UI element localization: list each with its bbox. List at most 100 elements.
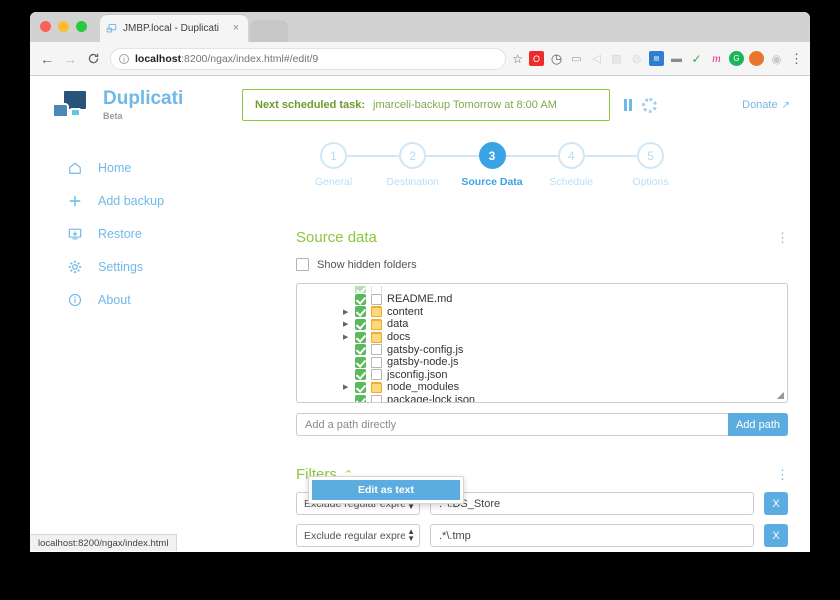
sidebar-item-about[interactable]: About (64, 288, 260, 312)
step-general[interactable]: 1 General (315, 142, 352, 188)
tree-checkbox[interactable] (355, 286, 366, 293)
schedule-label: Next scheduled task: (255, 99, 366, 111)
tree-row[interactable]: ▶ docs (297, 331, 787, 344)
sidebar-item-restore[interactable]: Restore (64, 222, 260, 246)
tree-row[interactable]: ▶ content (297, 306, 787, 319)
close-window-button[interactable] (40, 21, 51, 32)
twisty-icon: ▶ (343, 371, 355, 379)
remove-filter-button[interactable]: X (764, 492, 788, 515)
show-hidden-label: Show hidden folders (317, 258, 417, 271)
next-scheduled-task-banner: Next scheduled task: jmarceli-backup Tom… (242, 89, 610, 121)
url-path: :8200/ngax/index.html#/edit/9 (181, 52, 319, 65)
tree-checkbox[interactable] (355, 331, 366, 343)
cast-icon[interactable]: ▭ (569, 51, 584, 66)
source-file-tree[interactable]: ▶ ▶ README.md ▶ content (296, 283, 788, 403)
step-source-data[interactable]: 3 Source Data (461, 142, 523, 188)
sidebar-item-settings[interactable]: Settings (64, 255, 260, 279)
news-icon[interactable]: ▤ (649, 51, 664, 66)
filter-value-input[interactable]: .*\.tmp (430, 524, 754, 547)
tree-item-label: content (387, 305, 424, 318)
tree-checkbox[interactable] (355, 344, 366, 356)
step-label: Options (632, 176, 669, 188)
step-destination[interactable]: 2 Destination (386, 142, 439, 188)
sidebar-item-label: Add backup (98, 194, 165, 208)
clock-icon[interactable]: ◷ (549, 51, 564, 66)
m-icon[interactable]: m (709, 51, 724, 66)
reload-icon[interactable] (83, 49, 103, 69)
circle-g-icon[interactable]: G (729, 51, 744, 66)
filter-type-select[interactable]: Exclude regular expression ▲▼ (296, 524, 420, 547)
opera-icon[interactable]: O (529, 51, 544, 66)
new-tab-button[interactable] (250, 20, 288, 42)
back-icon[interactable]: ← (37, 49, 57, 69)
sidebar-item-home[interactable]: Home (64, 156, 260, 180)
filter-value-input[interactable]: .*\.DS_Store (430, 492, 754, 515)
profile-icon[interactable]: ◉ (769, 51, 784, 66)
forward-icon[interactable]: → (60, 49, 80, 69)
megaphone-icon[interactable]: ◁ (589, 51, 604, 66)
add-path-input[interactable]: Add a path directly (296, 413, 728, 436)
tree-row[interactable]: ▶ package-lock.json (297, 394, 787, 402)
remove-filter-button[interactable]: X (764, 524, 788, 547)
twisty-icon[interactable]: ▶ (343, 333, 355, 341)
browser-tab[interactable]: JMBP.local - Duplicati × (100, 15, 248, 42)
tree-checkbox[interactable] (355, 381, 366, 393)
activity-spinner-icon (642, 97, 657, 113)
tree-checkbox[interactable] (355, 356, 366, 368)
orange-circle-icon[interactable] (749, 51, 764, 66)
page-info-icon[interactable]: i (119, 53, 129, 64)
tree-row[interactable]: ▶ data (297, 318, 787, 331)
step-options[interactable]: 5 Options (632, 142, 669, 188)
tree-checkbox[interactable] (355, 394, 366, 402)
show-hidden-folders-row[interactable]: Show hidden folders (296, 258, 788, 271)
chrome-menu-icon[interactable]: ⋮ (790, 52, 803, 65)
tree-checkbox[interactable] (355, 306, 366, 318)
twisty-icon[interactable]: ▶ (343, 308, 355, 316)
file-icon (371, 394, 382, 402)
maximize-window-button[interactable] (76, 21, 87, 32)
filter-row: Exclude regular expression ▲▼ .*\.tmp X (296, 524, 788, 547)
add-path-button[interactable]: Add path (728, 413, 788, 436)
check-icon[interactable]: ✓ (689, 51, 704, 66)
brand-logo[interactable]: Duplicati Beta (52, 89, 242, 121)
tree-item-label: jsconfig.json (387, 368, 448, 381)
menu-item-edit-as-text[interactable]: Edit as text (312, 480, 460, 500)
source-data-menu-icon[interactable]: ⋮ (776, 231, 789, 244)
tab-strip: JMBP.local - Duplicati × (30, 12, 810, 42)
bookmark-star-icon[interactable]: ☆ (512, 52, 523, 66)
minimize-window-button[interactable] (58, 21, 69, 32)
window-traffic-lights (40, 21, 87, 32)
sidebar-item-add-backup[interactable]: Add backup (64, 189, 260, 213)
address-bar[interactable]: i localhost:8200/ngax/index.html#/edit/9 (110, 47, 507, 70)
tree-row[interactable]: ▶ (297, 286, 787, 293)
tree-row[interactable]: ▶ gatsby-node.js (297, 356, 787, 369)
filters-context-menu: Edit as text (308, 476, 464, 504)
filters-menu-icon[interactable]: ⋮ (776, 468, 789, 481)
tree-checkbox[interactable] (355, 293, 366, 305)
url-text: localhost:8200/ngax/index.html#/edit/9 (135, 53, 318, 65)
tree-item-label: gatsby-config.js (387, 343, 464, 356)
step-label: Source Data (461, 176, 523, 188)
tree-checkbox[interactable] (355, 318, 366, 330)
step-number: 3 (478, 142, 506, 169)
grid-icon[interactable]: ▨ (609, 51, 624, 66)
twisty-icon[interactable]: ▶ (343, 320, 355, 328)
add-path-row: Add a path directly Add path (296, 413, 788, 436)
step-schedule[interactable]: 4 Schedule (549, 142, 593, 188)
close-icon[interactable]: × (230, 23, 242, 34)
show-hidden-checkbox[interactable] (296, 258, 309, 271)
twisty-icon[interactable]: ▶ (343, 383, 355, 391)
donate-link[interactable]: Donate ↗ (742, 99, 790, 111)
link-icon[interactable]: ▬ (669, 51, 684, 66)
globe-icon[interactable]: ◍ (629, 51, 644, 66)
browser-toolbar: ← → i localhost:8200/ngax/index.html#/ed… (30, 42, 810, 76)
tree-row[interactable]: ▶ README.md (297, 293, 787, 306)
resize-handle[interactable] (777, 392, 784, 399)
tree-checkbox[interactable] (355, 369, 366, 381)
app-page: Duplicati Beta Next scheduled task: jmar… (30, 76, 810, 551)
step-label: Destination (386, 176, 440, 188)
tree-row[interactable]: ▶ jsconfig.json (297, 369, 787, 382)
tree-row[interactable]: ▶ node_modules (297, 381, 787, 394)
pause-icon[interactable] (624, 99, 632, 111)
tree-row[interactable]: ▶ gatsby-config.js (297, 343, 787, 356)
